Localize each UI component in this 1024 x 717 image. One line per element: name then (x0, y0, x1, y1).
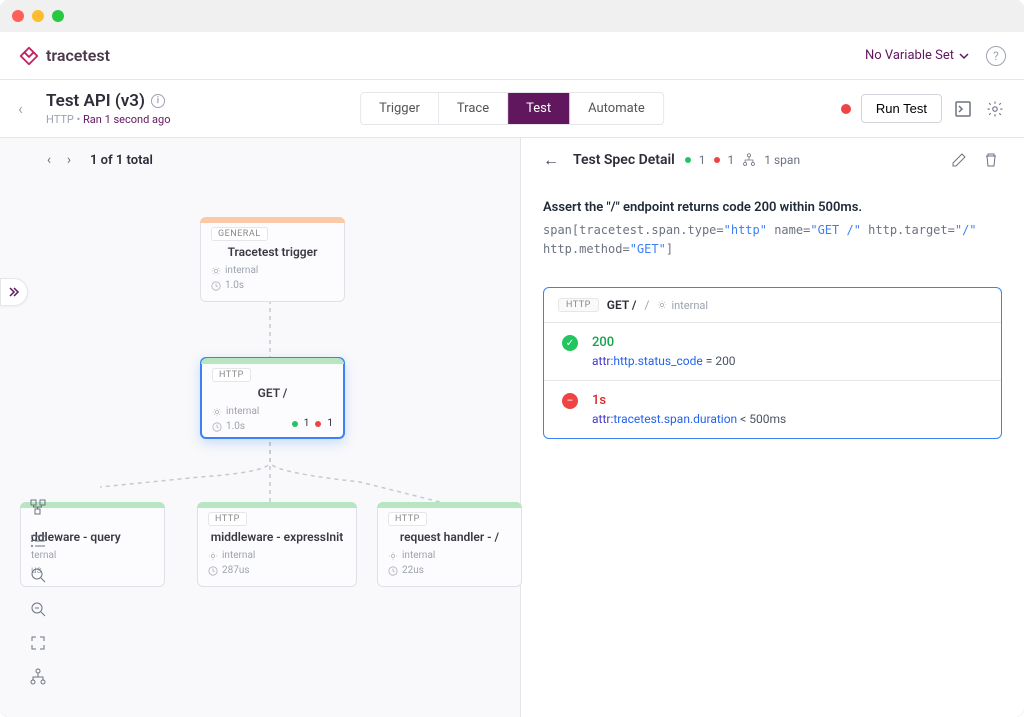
assertion-check-pass[interactable]: ✓ 200 attr:http.status_code = 200 (544, 323, 1001, 380)
span-node-title: GET / (212, 386, 333, 400)
variable-set-selector[interactable]: No Variable Set (865, 48, 970, 63)
maximize-window-button[interactable] (52, 10, 64, 22)
minimize-window-button[interactable] (32, 10, 44, 22)
check-pass-icon: ✓ (562, 335, 578, 351)
failed-count: 1 (728, 153, 735, 167)
next-button[interactable]: › (60, 151, 78, 169)
expand-sidebar-button[interactable] (0, 278, 28, 306)
hierarchy-icon (742, 153, 756, 167)
span-node-title: middleware - expressInit (208, 530, 346, 544)
span-node-title: ddleware - query (31, 530, 154, 544)
gear-icon (657, 300, 667, 310)
span-type-badge: HTTP (208, 512, 247, 526)
span-count-label: 1 of 1 total (90, 153, 153, 168)
prev-button[interactable]: ‹ (40, 151, 58, 169)
gear-icon (986, 100, 1004, 118)
tab-automate[interactable]: Automate (570, 93, 663, 124)
assertion-counts: 1 1 (292, 418, 333, 429)
close-window-button[interactable] (12, 10, 24, 22)
span-node-title: request handler - / (388, 530, 511, 544)
info-icon[interactable]: i (151, 94, 165, 108)
span-node-request-handler[interactable]: HTTP request handler - / internal 22us (377, 502, 522, 587)
check-value: 200 (592, 335, 983, 350)
test-title: Test API (v3) (46, 91, 145, 111)
span-type-badge: HTTP (558, 298, 599, 312)
help-button[interactable]: ? (986, 46, 1006, 66)
span-name: GET / (607, 298, 637, 312)
span-node-trigger[interactable]: GENERAL Tracetest trigger internal 1.0s (200, 217, 345, 302)
detail-title: Test Spec Detail (573, 152, 675, 168)
trash-icon (983, 152, 999, 168)
check-value: 1s (592, 393, 983, 408)
search-button[interactable] (28, 565, 48, 585)
pencil-icon (951, 152, 967, 168)
settings-button[interactable] (984, 98, 1006, 120)
run-test-button[interactable]: Run Test (861, 94, 942, 123)
subheader: ‹ Test API (v3) i HTTP • Ran 1 second ag… (0, 80, 1024, 138)
diagram-tools (28, 497, 48, 687)
selector-expression: span[tracetest.span.type="http" name="GE… (543, 221, 1002, 259)
logo[interactable]: tracetest (18, 45, 110, 67)
span-node-get-root[interactable]: HTTP GET / internal 1.0s 1 1 (200, 357, 345, 439)
hierarchy-button[interactable] (28, 667, 48, 687)
back-button[interactable]: ‹ (18, 99, 38, 118)
list-view-button[interactable] (28, 531, 48, 551)
topbar: tracetest No Variable Set ? (0, 32, 1024, 80)
view-tabs: Trigger Trace Test Automate (360, 92, 664, 125)
test-spec-detail-panel: ← Test Spec Detail 1 1 1 span Assert the… (521, 138, 1024, 717)
span-assertion-card: HTTP GET / / internal ✓ 200 attr:http.st… (543, 287, 1002, 439)
assertion-description: Assert the "/" endpoint returns code 200… (543, 200, 1002, 215)
trace-diagram-panel: ‹ › 1 of 1 total GENERAL Tracetest trigg… (0, 138, 520, 717)
span-node-title: Tracetest trigger (211, 245, 334, 259)
delete-button[interactable] (980, 149, 1002, 171)
check-fail-icon: – (562, 393, 578, 409)
diagram-header: ‹ › 1 of 1 total (0, 138, 520, 182)
tab-test[interactable]: Test (508, 93, 570, 124)
output-icon (954, 100, 972, 118)
check-expression: attr:tracetest.span.duration < 500ms (592, 412, 983, 426)
assertion-check-fail[interactable]: – 1s attr:tracetest.span.duration < 500m… (544, 380, 1001, 438)
span-count: 1 span (764, 153, 800, 167)
tree-view-button[interactable] (28, 497, 48, 517)
zoom-button[interactable] (28, 599, 48, 619)
edit-button[interactable] (948, 149, 970, 171)
span-type-badge: HTTP (212, 368, 251, 382)
window-titlebar (0, 0, 1024, 32)
span-type-badge: HTTP (388, 512, 427, 526)
detail-back-button[interactable]: ← (543, 150, 563, 170)
logo-text: tracetest (46, 46, 110, 65)
chevron-right-double-icon (7, 285, 21, 299)
output-button[interactable] (952, 98, 974, 120)
fullscreen-button[interactable] (28, 633, 48, 653)
test-subtitle: HTTP • Ran 1 second ago (46, 113, 170, 126)
chevron-down-icon (958, 50, 970, 62)
span-card-header[interactable]: HTTP GET / / internal (544, 288, 1001, 323)
check-expression: attr:http.status_code = 200 (592, 354, 983, 368)
logo-icon (18, 45, 40, 67)
tab-trace[interactable]: Trace (439, 93, 508, 124)
span-node-middleware-express[interactable]: HTTP middleware - expressInit internal 2… (197, 502, 357, 587)
tab-trigger[interactable]: Trigger (361, 93, 439, 124)
span-type-badge: GENERAL (211, 227, 268, 241)
test-status-fail-indicator (841, 104, 851, 114)
variable-set-label: No Variable Set (865, 48, 954, 63)
passed-count: 1 (699, 153, 706, 167)
